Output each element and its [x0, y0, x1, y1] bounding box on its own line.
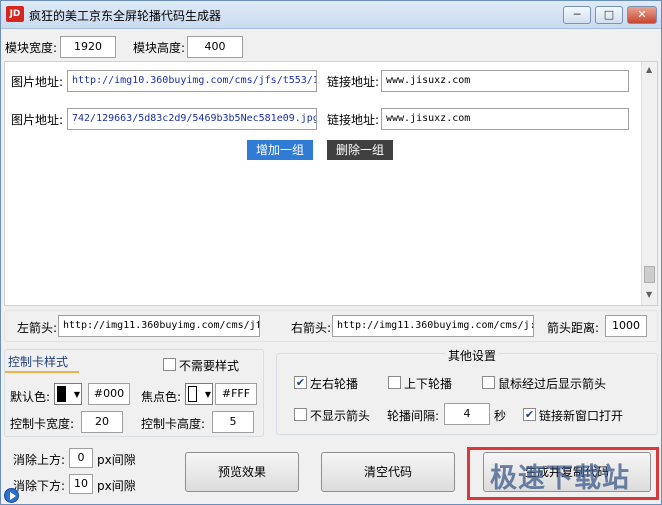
chevron-down-icon: ▼ — [73, 390, 80, 399]
ud-carousel-checkbox[interactable] — [388, 376, 401, 389]
left-arrow-input[interactable]: http://img11.360buyimg.com/cms/jf — [58, 315, 260, 337]
title-bar: JD 疯狂的美工京东全屏轮播代码生成器 ─ □ ✕ — [1, 1, 661, 29]
image-group-panel[interactable]: 图片地址: http://img10.360buyimg.com/cms/jfs… — [4, 61, 658, 306]
vertical-scrollbar[interactable]: ▲ ▼ — [641, 62, 657, 305]
hover-arrow-checkbox[interactable] — [482, 376, 495, 389]
module-width-input[interactable]: 1920 — [60, 36, 116, 58]
no-style-label: 不需要样式 — [179, 359, 240, 373]
module-height-input[interactable]: 400 — [187, 36, 243, 58]
lr-carousel-label: 左右轮播 — [310, 377, 359, 391]
link-url-input-2[interactable]: www.jisuxz.com — [381, 108, 629, 130]
other-settings-title: 其他设置 — [445, 347, 500, 364]
right-arrow-input[interactable]: http://img11.360buyimg.com/cms/j: — [332, 315, 534, 337]
minimize-icon: ─ — [573, 8, 581, 21]
new-window-checkbox[interactable]: ✔ — [523, 408, 536, 421]
interval-unit: 秒 — [494, 409, 507, 423]
gap-top-label: 消除上方: — [13, 453, 66, 467]
watermark-text: 极速下载站 — [490, 463, 630, 494]
play-icon[interactable] — [4, 488, 19, 503]
focus-color-swatch — [188, 386, 197, 402]
default-color-input[interactable]: #000 — [88, 383, 130, 405]
default-color-swatch — [57, 386, 66, 402]
focus-color-input[interactable]: #FFF — [215, 383, 257, 405]
interval-label: 轮播间隔: — [387, 409, 440, 423]
hide-arrow-checkbox[interactable] — [294, 408, 307, 421]
left-arrow-label: 左箭头: — [17, 321, 58, 335]
no-style-checkbox[interactable] — [163, 358, 176, 371]
chevron-down-icon: ▼ — [204, 390, 211, 399]
tab-style-title[interactable]: 控制卡样式 — [8, 353, 68, 370]
hover-arrow-label: 鼠标经过后显示箭头 — [498, 377, 607, 391]
default-color-picker[interactable]: ▼ — [54, 383, 82, 405]
link-url-label-1: 链接地址: — [327, 75, 380, 89]
module-width-label: 模块宽度: — [5, 41, 58, 55]
preview-button[interactable]: 预览效果 — [185, 452, 299, 492]
gap-bottom-input[interactable]: 10 — [69, 474, 93, 494]
maximize-button[interactable]: □ — [595, 6, 623, 24]
tab-width-input[interactable]: 20 — [81, 411, 123, 433]
scroll-up-icon[interactable]: ▲ — [646, 65, 652, 74]
arrow-distance-label: 箭头距离: — [547, 321, 600, 335]
lr-carousel-checkbox[interactable]: ✔ — [294, 376, 307, 389]
gap-bottom-unit: px间隙 — [97, 479, 136, 493]
tab-style-underline — [5, 371, 79, 373]
new-window-label: 链接新窗口打开 — [539, 409, 624, 423]
focus-color-picker[interactable]: ▼ — [185, 383, 213, 405]
tab-height-input[interactable]: 5 — [212, 411, 254, 433]
right-arrow-label: 右箭头: — [291, 321, 332, 335]
focus-color-label: 焦点色: — [141, 390, 182, 404]
gap-bottom-label: 消除下方: — [13, 479, 66, 493]
add-group-button[interactable]: 增加一组 — [247, 140, 313, 160]
minimize-button[interactable]: ─ — [563, 6, 591, 24]
window-title: 疯狂的美工京东全屏轮播代码生成器 — [29, 9, 222, 23]
image-url-label-2: 图片地址: — [11, 113, 64, 127]
hide-arrow-label: 不显示箭头 — [310, 409, 371, 423]
clear-code-button[interactable]: 清空代码 — [321, 452, 455, 492]
maximize-icon: □ — [603, 8, 615, 21]
tab-width-label: 控制卡宽度: — [10, 417, 75, 431]
arrow-distance-input[interactable]: 1000 — [605, 315, 647, 337]
main-window: JD 疯狂的美工京东全屏轮播代码生成器 ─ □ ✕ 模块宽度: 1920 模块高… — [0, 0, 662, 505]
gap-top-unit: px间隙 — [97, 453, 136, 467]
link-url-input-1[interactable]: www.jisuxz.com — [381, 70, 629, 92]
delete-group-button[interactable]: 删除一组 — [327, 140, 393, 160]
image-url-input-2[interactable]: 742/129663/5d83c2d9/5469b3b5Nec581e09.jp… — [67, 108, 317, 130]
scroll-down-icon[interactable]: ▼ — [646, 290, 652, 299]
ud-carousel-label: 上下轮播 — [404, 377, 453, 391]
scroll-thumb[interactable] — [644, 266, 655, 283]
interval-input[interactable]: 4 — [444, 403, 490, 425]
close-button[interactable]: ✕ — [627, 6, 657, 24]
link-url-label-2: 链接地址: — [327, 113, 380, 127]
default-color-label: 默认色: — [10, 390, 51, 404]
module-height-label: 模块高度: — [133, 41, 186, 55]
image-url-input-1[interactable]: http://img10.360buyimg.com/cms/jfs/t553/… — [67, 70, 317, 92]
image-url-label-1: 图片地址: — [11, 75, 64, 89]
gap-top-input[interactable]: 0 — [69, 448, 93, 468]
tab-height-label: 控制卡高度: — [141, 417, 206, 431]
jd-app-icon: JD — [6, 6, 24, 22]
close-icon: ✕ — [637, 8, 647, 21]
